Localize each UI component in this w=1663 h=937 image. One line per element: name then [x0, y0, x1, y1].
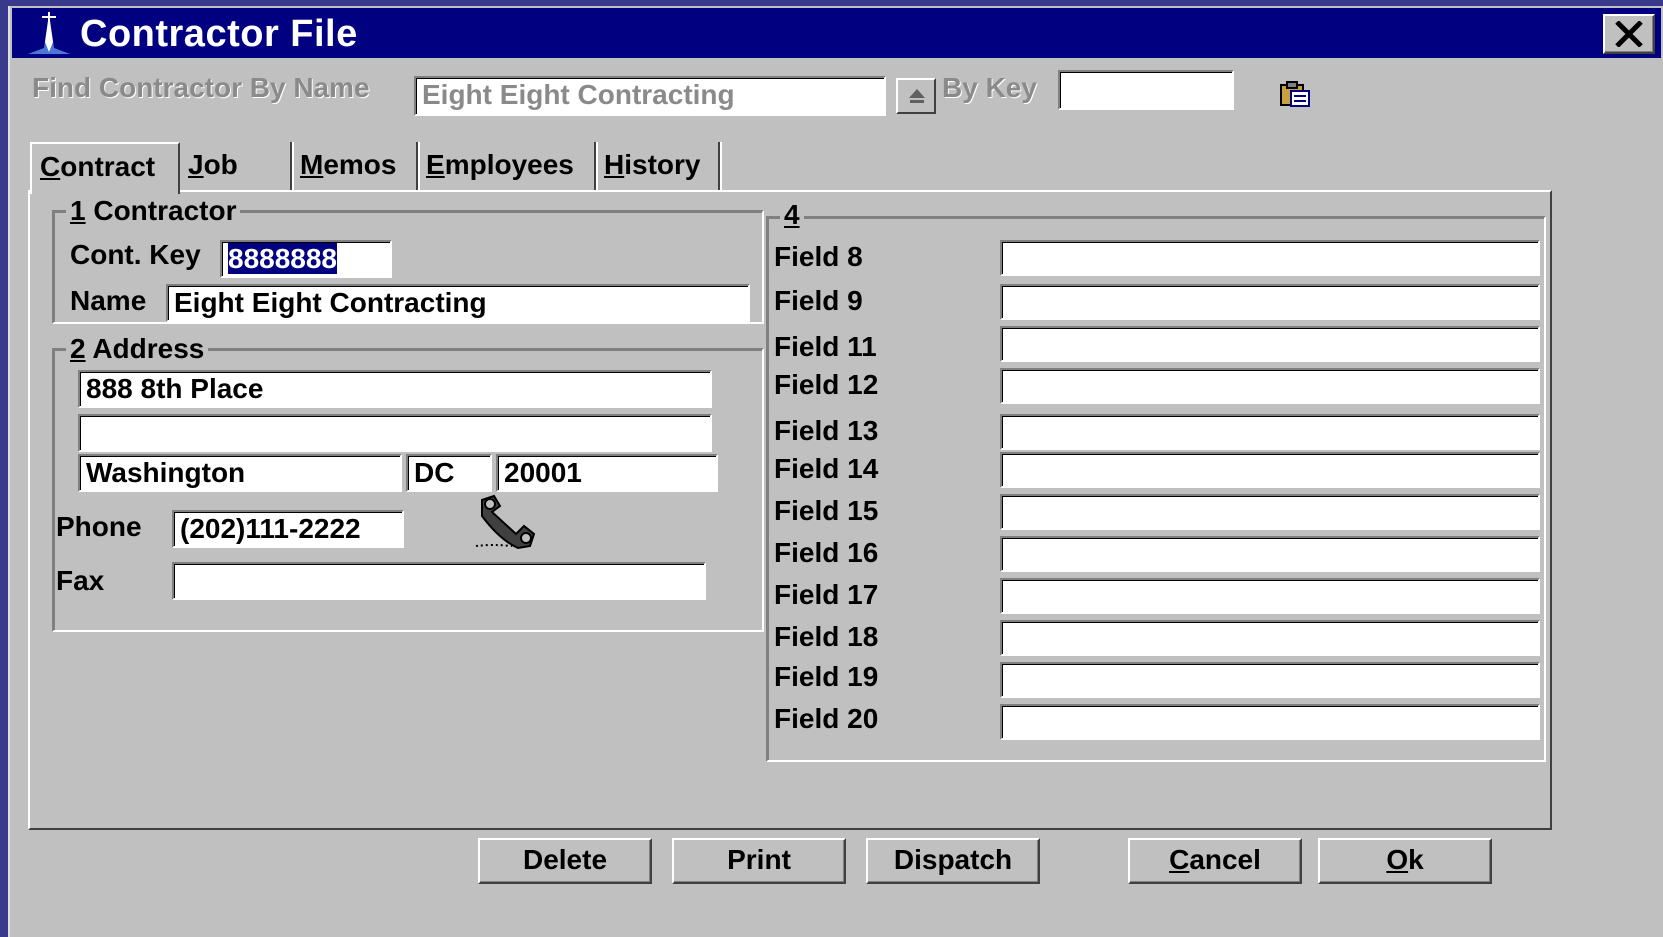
- field-17-label: Field 17: [774, 579, 879, 610]
- close-icon: [1615, 21, 1643, 47]
- contractor-group-title: 1 Contractor: [66, 195, 241, 226]
- ok-label: k: [1408, 844, 1424, 875]
- zip-field[interactable]: 20001: [496, 454, 718, 492]
- address-group-label: Address: [85, 333, 205, 364]
- address-group-num: 2: [70, 333, 86, 364]
- print-button[interactable]: Print: [672, 838, 846, 884]
- field-13-input[interactable]: [1000, 414, 1540, 450]
- tab-memos-accel: M: [300, 149, 324, 180]
- field-14-input[interactable]: [1000, 452, 1540, 488]
- field-12-input[interactable]: [1000, 368, 1540, 404]
- address-line1-field[interactable]: 888 8th Place: [78, 370, 712, 408]
- by-key-label: By Key: [942, 72, 1037, 103]
- tab-contract-label: ontract: [60, 151, 156, 182]
- title-bar[interactable]: Contractor File: [12, 8, 1661, 58]
- cancel-label: ancel: [1189, 844, 1261, 875]
- field-18-label: Field 18: [774, 621, 879, 652]
- contractor-group-num: 1: [70, 195, 86, 226]
- tab-employees[interactable]: Employees: [418, 142, 596, 192]
- ok-button[interactable]: Ok: [1318, 838, 1492, 884]
- phone-handset-icon[interactable]: [472, 494, 542, 552]
- close-button[interactable]: [1603, 14, 1655, 54]
- field-13-label: Field 13: [774, 415, 879, 446]
- tab-history-label: istory: [624, 149, 701, 180]
- phone-label: Phone: [56, 511, 142, 542]
- tab-history[interactable]: History: [596, 142, 720, 192]
- field-15-label: Field 15: [774, 495, 879, 526]
- tab-memos-label: emos: [323, 149, 397, 180]
- clipboard-icon[interactable]: [1278, 80, 1312, 108]
- find-dropdown-button[interactable]: [896, 78, 936, 114]
- star-icon: [28, 12, 70, 54]
- address-group-title: 2 Address: [66, 333, 209, 364]
- field-8-input[interactable]: [1000, 240, 1540, 276]
- tab-employees-accel: E: [426, 149, 445, 180]
- group-4-title: 4: [780, 200, 804, 230]
- cancel-accel: C: [1169, 844, 1190, 875]
- field-20-label: Field 20: [774, 703, 879, 734]
- field-11-input[interactable]: [1000, 326, 1540, 362]
- state-field[interactable]: DC: [406, 454, 492, 492]
- field-15-input[interactable]: [1000, 494, 1540, 530]
- by-key-field[interactable]: [1058, 70, 1234, 110]
- field-17-input[interactable]: [1000, 578, 1540, 614]
- field-18-input[interactable]: [1000, 620, 1540, 656]
- field-14-label: Field 14: [774, 453, 879, 484]
- field-19-input[interactable]: [1000, 662, 1540, 698]
- city-field[interactable]: Washington: [78, 454, 402, 492]
- contractor-group-label: Contractor: [85, 195, 237, 226]
- find-by-name-label: Find Contractor By Name: [32, 72, 370, 103]
- window-title: Contractor File: [80, 13, 358, 55]
- fax-label: Fax: [56, 565, 105, 596]
- scroll-up-icon: [909, 89, 925, 103]
- field-8-label: Field 8: [774, 241, 863, 272]
- tab-memos[interactable]: Memos: [292, 142, 418, 192]
- field-12-label: Field 12: [774, 369, 879, 400]
- cont-key-label: Cont. Key: [70, 239, 201, 270]
- field-16-input[interactable]: [1000, 536, 1540, 572]
- tab-history-accel: H: [604, 149, 625, 180]
- contractor-name-field[interactable]: Eight Eight Contracting: [166, 284, 750, 322]
- tab-job[interactable]: Job: [180, 142, 292, 192]
- ok-accel: O: [1386, 844, 1409, 875]
- address-line2-field[interactable]: [78, 414, 712, 452]
- tab-employees-label: mployees: [444, 149, 574, 180]
- name-label: Name: [70, 285, 147, 316]
- tab-job-accel: J: [188, 149, 204, 180]
- dispatch-button[interactable]: Dispatch: [866, 838, 1040, 884]
- find-name-field[interactable]: Eight Eight Contracting: [414, 76, 886, 116]
- delete-button[interactable]: Delete: [478, 838, 652, 884]
- cont-key-value: 8888888: [228, 243, 338, 274]
- cancel-button[interactable]: Cancel: [1128, 838, 1302, 884]
- field-20-input[interactable]: [1000, 704, 1540, 740]
- field-19-label: Field 19: [774, 661, 879, 692]
- tab-job-label: ob: [203, 149, 238, 180]
- field-11-label: Field 11: [774, 331, 877, 362]
- field-16-label: Field 16: [774, 537, 879, 568]
- contractor-window: Contractor File Find Contractor By Name …: [8, 6, 1663, 937]
- cont-key-field[interactable]: 8888888: [220, 240, 392, 278]
- field-9-label: Field 9: [774, 285, 863, 316]
- fax-field[interactable]: [172, 562, 706, 600]
- tab-contract-accel: C: [40, 151, 61, 182]
- field-9-input[interactable]: [1000, 284, 1540, 320]
- group-4-num: 4: [784, 199, 800, 230]
- tab-contract[interactable]: Contract: [30, 142, 180, 194]
- phone-field[interactable]: (202)111-2222: [172, 510, 404, 548]
